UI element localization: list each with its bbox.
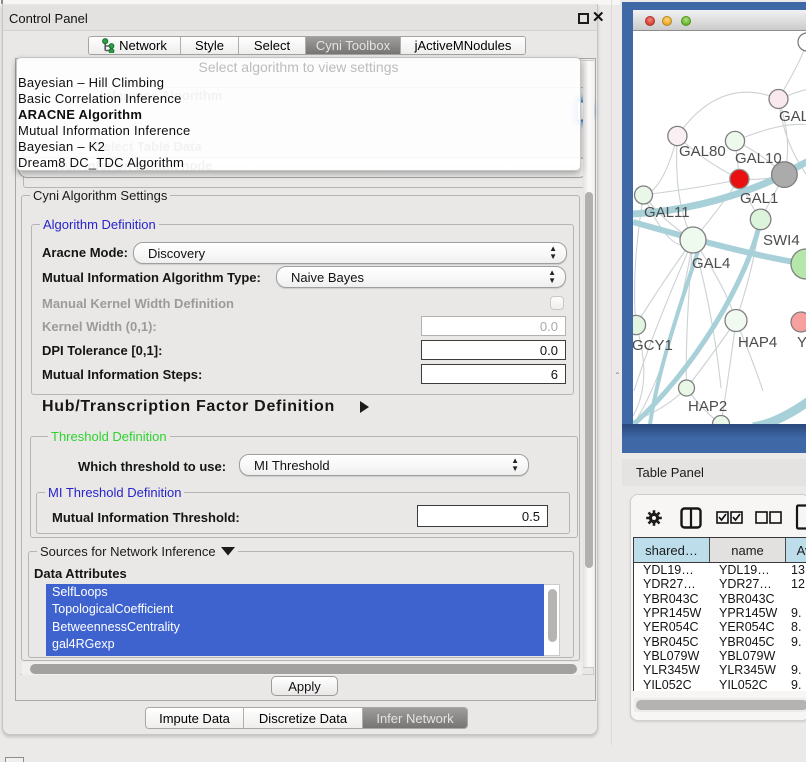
svg-text:SWI4: SWI4 [763, 232, 800, 249]
svg-text:GAL1: GAL1 [740, 190, 778, 207]
svg-text:YM: YM [797, 334, 806, 351]
svg-text:GAL10: GAL10 [735, 150, 782, 167]
svg-text:GAL80: GAL80 [679, 143, 726, 160]
svg-text:HAP2: HAP2 [688, 398, 727, 415]
svg-text:GAL11: GAL11 [644, 204, 690, 221]
svg-text:HAP4: HAP4 [738, 334, 777, 351]
svg-text:GCY1: GCY1 [633, 337, 673, 354]
svg-text:GAL4: GAL4 [692, 255, 730, 272]
svg-text:GAL7: GAL7 [779, 108, 806, 125]
